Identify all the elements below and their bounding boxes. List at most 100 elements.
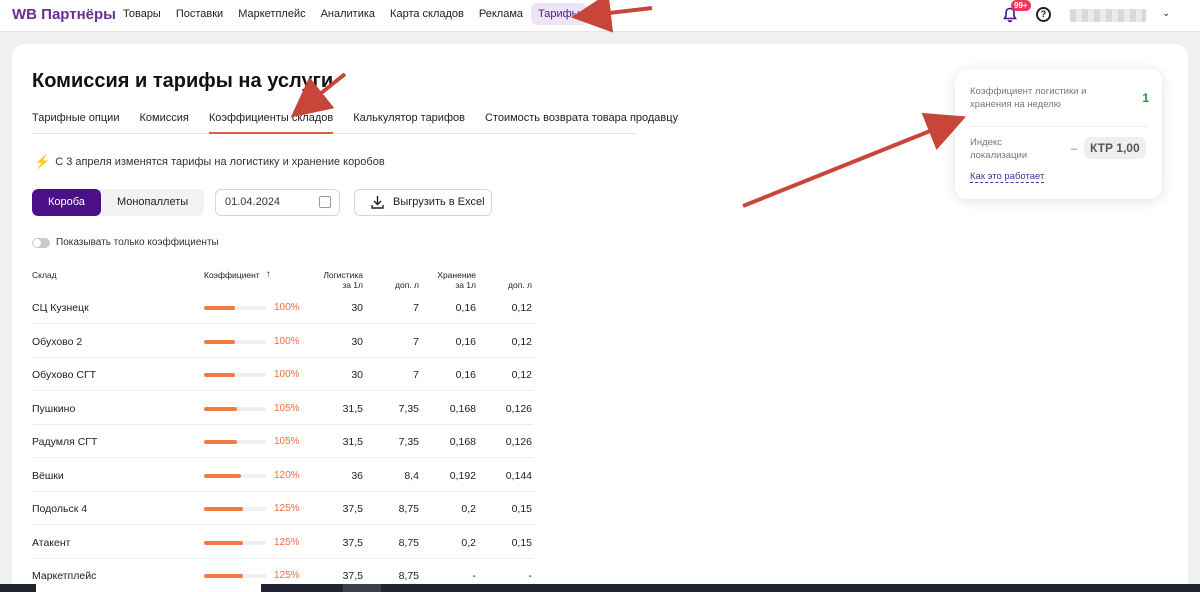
coefficient-bar-fill — [204, 373, 235, 377]
page-title: Комиссия и тарифы на услуги — [32, 70, 334, 92]
logistics-per-liter: 30 — [351, 335, 363, 348]
logistics-extra-liter: 7,35 — [398, 402, 419, 415]
storage-per-liter: 0,2 — [461, 503, 476, 515]
storage-per-liter: 0,16 — [455, 369, 476, 381]
coefficient-bar-fill — [204, 540, 243, 545]
table-row[interactable]: Пушкино 105% 31,5 7,35 0,168 0,126 — [32, 391, 534, 425]
help-icon[interactable]: ? — [1036, 7, 1051, 22]
notice-text: С 3 апреля изменятся тарифы на логистику… — [55, 156, 385, 168]
nav-item-supplies[interactable]: Поставки — [169, 3, 230, 25]
coefficient-percent: 125% — [274, 503, 300, 514]
nav-item-marketplace[interactable]: Маркетплейс — [231, 3, 312, 25]
storage-per-liter: - — [472, 570, 477, 582]
logistics-per-liter: 37,5 — [342, 503, 363, 515]
toggle-label: Показывать только коэффициенты — [56, 237, 219, 248]
wb-partners-logo[interactable]: WB Партнёры — [12, 6, 116, 23]
table-row[interactable]: Обухово СГТ 100% 30 7 0,16 0,12 — [32, 357, 534, 391]
nav-item-analytics[interactable]: Аналитика — [314, 3, 382, 25]
coefficient-bar — [204, 373, 266, 377]
coefficient-bar-fill — [204, 440, 237, 444]
date-value: 01.04.2024 — [225, 196, 281, 208]
nav-item-warehouse-map[interactable]: Карта складов — [383, 3, 471, 25]
logistics-extra-liter: 7 — [413, 335, 419, 348]
column-header-logistics-title: Логистика — [323, 270, 363, 280]
coefficient-bar-fill — [204, 306, 235, 310]
logistics-extra-liter: 8,4 — [404, 469, 419, 482]
ktr-badge: КТР 1,00 — [1084, 137, 1146, 159]
column-header-coefficient[interactable]: Коэффициент ↑ — [204, 270, 271, 281]
coefficient-percent: 100% — [274, 302, 300, 313]
export-label: Выгрузить в Excel — [393, 196, 485, 208]
nav-item-goods[interactable]: Товары — [116, 3, 168, 25]
download-icon — [371, 196, 384, 209]
column-header-coefficient-label: Коэффициент — [204, 270, 260, 280]
warehouse-name: Обухово 2 — [32, 335, 83, 348]
column-header-logistics-extra[interactable]: доп. л — [379, 280, 419, 290]
coefficient-bar-fill — [204, 406, 237, 411]
tab-tariff-options[interactable]: Тарифные опции — [32, 112, 119, 134]
storage-extra-liter: 0,126 — [505, 402, 532, 415]
storage-per-liter: 0,192 — [449, 469, 476, 482]
top-navigation-bar: WB Партнёры Товары Поставки Маркетплейс … — [0, 0, 1200, 32]
logistics-per-liter: 30 — [351, 369, 363, 381]
table-row[interactable]: Радумля СГТ 105% 31,5 7,35 0,168 0,126 — [32, 424, 534, 458]
calendar-icon[interactable] — [319, 196, 331, 208]
coefficients-only-toggle[interactable] — [32, 237, 50, 248]
nav-item-tariffs[interactable]: Тарифы — [531, 3, 587, 25]
package-type-segment: Короба Монопаллеты — [32, 189, 205, 216]
coefficient-bar — [204, 540, 266, 545]
column-header-logistics[interactable]: Логистика за 1л — [315, 270, 363, 290]
tab-warehouse-coefficients[interactable]: Коэффициенты складов — [208, 112, 334, 134]
storage-extra-liter: 0,12 — [511, 369, 532, 381]
tariff-change-notice: ⚡ С 3 апреля изменятся тарифы на логисти… — [34, 154, 385, 170]
storage-per-liter: 0,168 — [449, 402, 476, 415]
sort-arrow-up-icon[interactable]: ↑ — [266, 270, 271, 280]
warehouse-name: Вёшки — [32, 469, 64, 482]
chevron-down-icon[interactable]: ⌄ — [1162, 8, 1170, 19]
logistics-per-liter: 31,5 — [342, 436, 363, 448]
storage-extra-liter: 0,12 — [511, 335, 532, 348]
nav-item-ads[interactable]: Реклама — [472, 3, 530, 25]
coefficient-percent: 125% — [274, 536, 300, 548]
user-name-blurred[interactable] — [1070, 9, 1146, 22]
coefficient-bar — [204, 306, 266, 310]
column-header-storage-extra[interactable]: доп. л — [492, 280, 532, 290]
warehouse-name: СЦ Кузнецк — [32, 302, 89, 314]
warehouse-name: Подольск 4 — [32, 503, 88, 515]
main-nav: Товары Поставки Маркетплейс Аналитика Ка… — [116, 3, 588, 25]
table-row[interactable]: Обухово 2 100% 30 7 0,16 0,12 — [32, 324, 534, 358]
table-row[interactable]: Вёшки 120% 36 8,4 0,192 0,144 — [32, 458, 534, 492]
tab-commission[interactable]: Комиссия — [139, 112, 188, 134]
localization-index-label: Индекс локализации — [970, 137, 1028, 161]
taskbar-window-2[interactable] — [343, 584, 381, 592]
tab-return-cost[interactable]: Стоимость возврата товара продавцу — [485, 112, 678, 134]
storage-extra-liter: 0,12 — [511, 302, 532, 314]
table-row[interactable]: Атакент 125% 37,5 8,75 0,2 0,15 — [32, 525, 534, 559]
warehouse-name: Маркетплейс — [32, 570, 97, 582]
export-excel-button[interactable]: Выгрузить в Excel — [354, 189, 492, 216]
table-row[interactable]: Подольск 4 125% 37,5 8,75 0,2 0,15 — [32, 491, 534, 525]
how-it-works-link[interactable]: Как это работает — [970, 171, 1045, 183]
storage-extra-liter: 0,15 — [511, 536, 532, 549]
tab-tariff-calculator[interactable]: Калькулятор тарифов — [353, 112, 465, 134]
logistics-extra-liter: 8,75 — [398, 503, 419, 515]
segment-boxes[interactable]: Короба — [32, 189, 101, 216]
coefficient-bar-fill — [204, 507, 243, 511]
coefficient-percent: 105% — [274, 436, 300, 447]
coefficient-percent: 100% — [274, 335, 300, 347]
warehouse-name: Обухово СГТ — [32, 369, 97, 381]
table-row[interactable]: СЦ Кузнецк 100% 30 7 0,16 0,12 — [32, 290, 534, 324]
date-field[interactable]: 01.04.2024 — [215, 189, 340, 216]
storage-extra-liter: 0,126 — [505, 436, 532, 448]
coefficient-percent: 105% — [274, 402, 300, 414]
coefficient-percent: 120% — [274, 469, 300, 481]
logistics-extra-liter: 7,35 — [398, 436, 419, 448]
storage-extra-liter: 0,144 — [505, 469, 532, 482]
taskbar-window-1[interactable] — [36, 584, 261, 592]
segment-monopallets[interactable]: Монопаллеты — [101, 189, 204, 216]
warehouse-name: Радумля СГТ — [32, 436, 98, 448]
column-header-storage[interactable]: Хранение за 1л — [428, 270, 476, 290]
coefficient-bar — [204, 440, 266, 444]
column-header-warehouse[interactable]: Склад — [32, 270, 57, 280]
logistics-per-liter: 30 — [351, 302, 363, 314]
